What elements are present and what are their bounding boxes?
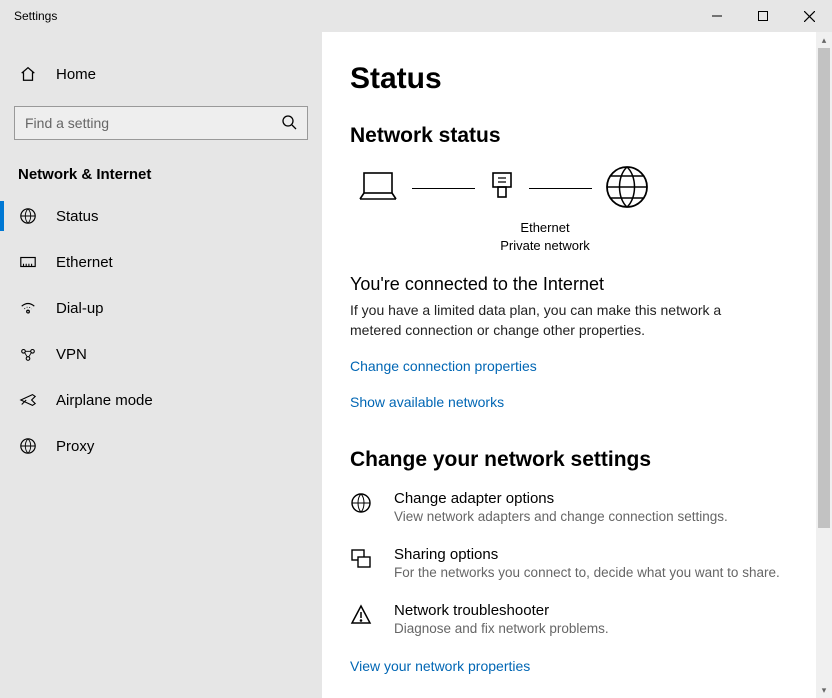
search-icon (281, 114, 297, 133)
sidebar-item-label: VPN (56, 346, 87, 363)
vertical-scrollbar[interactable]: ▴ ▾ (816, 32, 832, 698)
window-title: Settings (14, 9, 57, 23)
diagram-connection-name: Ethernet (440, 219, 650, 237)
sidebar-item-label: Airplane mode (56, 392, 153, 409)
diagram-connector (412, 188, 475, 189)
home-icon (18, 65, 38, 83)
search-input[interactable] (25, 115, 281, 131)
globe-icon (604, 164, 650, 213)
scroll-thumb[interactable] (818, 48, 830, 528)
option-title: Change adapter options (394, 490, 728, 507)
scroll-down-icon[interactable]: ▾ (816, 682, 832, 698)
search-box[interactable] (14, 106, 308, 140)
vpn-icon (18, 345, 38, 363)
close-button[interactable] (786, 0, 832, 32)
sidebar-section-header: Network & Internet (0, 140, 322, 193)
sidebar-item-dialup[interactable]: Dial-up (0, 285, 322, 331)
diagram-connector (529, 188, 592, 189)
adapter-icon (350, 490, 374, 524)
page-title: Status (350, 62, 786, 96)
connected-title: You're connected to the Internet (350, 274, 786, 295)
sidebar: Home Network & Internet Status (0, 32, 322, 698)
sidebar-item-airplane[interactable]: Airplane mode (0, 377, 322, 423)
content-area: Status Network status (322, 32, 816, 698)
connected-desc: If you have a limited data plan, you can… (350, 301, 750, 340)
sidebar-home-label: Home (56, 66, 96, 83)
option-desc: View network adapters and change connect… (394, 509, 728, 524)
option-sharing[interactable]: Sharing options For the networks you con… (350, 546, 786, 580)
option-troubleshooter[interactable]: Network troubleshooter Diagnose and fix … (350, 602, 786, 636)
diagram-network-type: Private network (440, 237, 650, 255)
sidebar-item-ethernet[interactable]: Ethernet (0, 239, 322, 285)
sidebar-item-label: Status (56, 208, 99, 225)
dialup-icon (18, 299, 38, 317)
sharing-icon (350, 546, 374, 580)
change-settings-header: Change your network settings (350, 448, 786, 472)
sidebar-item-label: Proxy (56, 438, 94, 455)
scroll-up-icon[interactable]: ▴ (816, 32, 832, 48)
sidebar-home[interactable]: Home (0, 54, 322, 94)
sidebar-item-label: Dial-up (56, 300, 104, 317)
sidebar-item-vpn[interactable]: VPN (0, 331, 322, 377)
option-change-adapter[interactable]: Change adapter options View network adap… (350, 490, 786, 524)
airplane-icon (18, 391, 38, 409)
network-status-header: Network status (350, 124, 786, 148)
sidebar-item-proxy[interactable]: Proxy (0, 423, 322, 469)
link-view-network-properties[interactable]: View your network properties (350, 658, 530, 674)
router-icon (487, 169, 517, 208)
warning-icon (350, 602, 374, 636)
option-title: Sharing options (394, 546, 780, 563)
option-desc: For the networks you connect to, decide … (394, 565, 780, 580)
minimize-button[interactable] (694, 0, 740, 32)
link-show-available-networks[interactable]: Show available networks (350, 394, 504, 410)
laptop-icon (356, 169, 400, 208)
option-desc: Diagnose and fix network problems. (394, 621, 609, 636)
proxy-icon (18, 437, 38, 455)
status-icon (18, 207, 38, 225)
ethernet-icon (18, 253, 38, 271)
link-change-connection-properties[interactable]: Change connection properties (350, 358, 537, 374)
sidebar-item-label: Ethernet (56, 254, 113, 271)
maximize-button[interactable] (740, 0, 786, 32)
network-diagram (356, 164, 650, 213)
sidebar-item-status[interactable]: Status (0, 193, 322, 239)
window-titlebar: Settings (0, 0, 832, 32)
option-title: Network troubleshooter (394, 602, 609, 619)
